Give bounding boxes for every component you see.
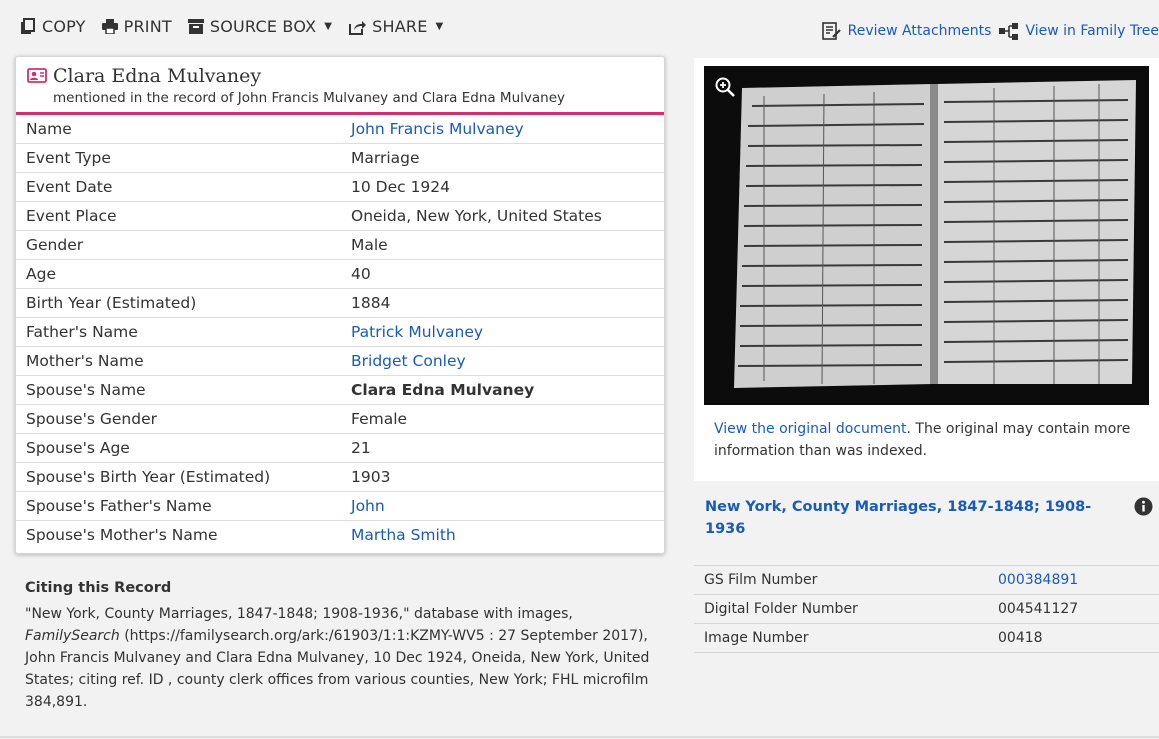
fact-label: Spouse's Birth Year (Estimated) (16, 462, 341, 492)
fact-value: 1884 (341, 288, 664, 318)
film-value: 004541127 (988, 594, 1159, 624)
toolbar-right: Review Attachments View in Family Tree (821, 22, 1159, 40)
fact-label: Event Type (16, 143, 341, 173)
share-icon (349, 20, 367, 35)
spouse-name-value: Clara Edna Mulvaney (341, 375, 664, 405)
table-row: Gender Male (16, 230, 664, 260)
table-row: Event Date 10 Dec 1924 (16, 172, 664, 202)
fact-label: Age (16, 259, 341, 289)
view-in-family-tree-link[interactable]: View in Family Tree (999, 22, 1159, 40)
record-toolbar: COPY PRINT SOURCE BOX ▼ SHARE ▼ (20, 17, 443, 36)
table-row: Spouse's Mother's Name Martha Smith (16, 521, 664, 550)
record-card: Clara Edna Mulvaney mentioned in the rec… (15, 56, 665, 554)
copy-icon (21, 18, 35, 34)
fact-value: 40 (341, 259, 664, 289)
table-row: Age 40 (16, 259, 664, 289)
printer-icon (101, 19, 118, 34)
record-facts-table: Name John Francis Mulvaney Event Type Ma… (16, 115, 664, 549)
record-subtitle: mentioned in the record of John Francis … (53, 90, 566, 106)
chevron-down-icon: ▼ (324, 21, 333, 32)
mother-name-link[interactable]: Bridget Conley (351, 352, 466, 370)
fact-label: Spouse's Father's Name (16, 491, 341, 521)
table-row: Spouse's Gender Female (16, 404, 664, 434)
chevron-down-icon: ▼ (435, 21, 444, 32)
zoom-in-icon[interactable] (714, 76, 736, 98)
fact-value: Female (341, 404, 664, 434)
film-label: GS Film Number (694, 565, 988, 595)
share-label: SHARE (372, 17, 428, 36)
fact-label: Father's Name (16, 317, 341, 347)
table-row: Image Number 00418 (694, 623, 1159, 653)
document-image-panel: View the original document. The original… (694, 58, 1159, 481)
fact-label: Mother's Name (16, 346, 341, 376)
family-tree-icon (999, 22, 1019, 40)
fact-label: Event Place (16, 201, 341, 231)
fact-label: Birth Year (Estimated) (16, 288, 341, 318)
name-link[interactable]: John Francis Mulvaney (351, 120, 524, 138)
box-icon (187, 19, 204, 34)
info-icon[interactable] (1134, 497, 1153, 516)
collection-title-link[interactable]: New York, County Marriages, 1847-1848; 1… (705, 496, 1095, 540)
table-row: Event Place Oneida, New York, United Sta… (16, 201, 664, 231)
table-row: Birth Year (Estimated) 1884 (16, 288, 664, 318)
citation-site: FamilySearch (25, 628, 120, 644)
citation-part-1: "New York, County Marriages, 1847-1848; … (25, 606, 573, 622)
fact-value: Male (341, 230, 664, 260)
review-attachments-label: Review Attachments (847, 23, 992, 39)
document-scan-image (704, 66, 1149, 405)
source-box-label: SOURCE BOX (209, 17, 317, 36)
fact-value: 21 (341, 433, 664, 463)
film-label: Image Number (694, 623, 988, 653)
table-row: Spouse's Father's Name John (16, 491, 664, 521)
fact-label: Gender (16, 230, 341, 260)
table-row: GS Film Number 000384891 (694, 565, 1159, 595)
father-name-link[interactable]: Patrick Mulvaney (351, 323, 483, 341)
print-button[interactable]: PRINT (101, 17, 172, 36)
record-title: Clara Edna Mulvaney (53, 65, 262, 87)
spouse-father-name-link[interactable]: John (351, 497, 385, 515)
spouse-mother-name-link[interactable]: Martha Smith (351, 526, 456, 544)
fact-label: Spouse's Age (16, 433, 341, 463)
citing-heading: Citing this Record (25, 580, 172, 596)
table-row: Spouse's Name Clara Edna Mulvaney (16, 375, 664, 405)
share-button[interactable]: SHARE ▼ (348, 17, 443, 36)
film-info-table: GS Film Number 000384891 Digital Folder … (694, 565, 1159, 653)
view-in-family-tree-label: View in Family Tree (1025, 23, 1159, 39)
fact-label: Spouse's Gender (16, 404, 341, 434)
table-row: Spouse's Age 21 (16, 433, 664, 463)
fact-value: 10 Dec 1924 (341, 172, 664, 202)
copy-button[interactable]: COPY (20, 17, 86, 36)
table-row: Mother's Name Bridget Conley (16, 346, 664, 376)
fact-label: Event Date (16, 172, 341, 202)
view-original-document-link[interactable]: View the original document (714, 421, 907, 437)
fact-label: Spouse's Name (16, 375, 341, 405)
review-list-icon (821, 22, 841, 40)
fact-value: Oneida, New York, United States (341, 201, 664, 231)
print-label: PRINT (123, 17, 172, 36)
divider (0, 736, 1159, 738)
table-row: Spouse's Birth Year (Estimated) 1903 (16, 462, 664, 492)
table-row: Digital Folder Number 004541127 (694, 594, 1159, 624)
citation-text: "New York, County Marriages, 1847-1848; … (25, 603, 665, 713)
fact-label: Name (16, 115, 341, 144)
fact-label: Spouse's Mother's Name (26, 526, 218, 544)
gs-film-number-link[interactable]: 000384891 (998, 572, 1078, 588)
fact-value: 1903 (341, 462, 664, 492)
document-thumbnail[interactable] (704, 66, 1149, 405)
review-attachments-link[interactable]: Review Attachments (821, 22, 992, 40)
source-box-button[interactable]: SOURCE BOX ▼ (187, 17, 333, 36)
table-row: Event Type Marriage (16, 143, 664, 173)
person-card-icon (27, 68, 47, 83)
record-header: Clara Edna Mulvaney mentioned in the rec… (16, 57, 664, 115)
image-note: View the original document. The original… (714, 418, 1144, 462)
film-value: 00418 (988, 623, 1159, 653)
table-row: Father's Name Patrick Mulvaney (16, 317, 664, 347)
copy-label: COPY (42, 17, 86, 36)
fact-value: Marriage (341, 143, 664, 173)
film-label: Digital Folder Number (694, 594, 988, 624)
table-row: Name John Francis Mulvaney (16, 115, 664, 144)
